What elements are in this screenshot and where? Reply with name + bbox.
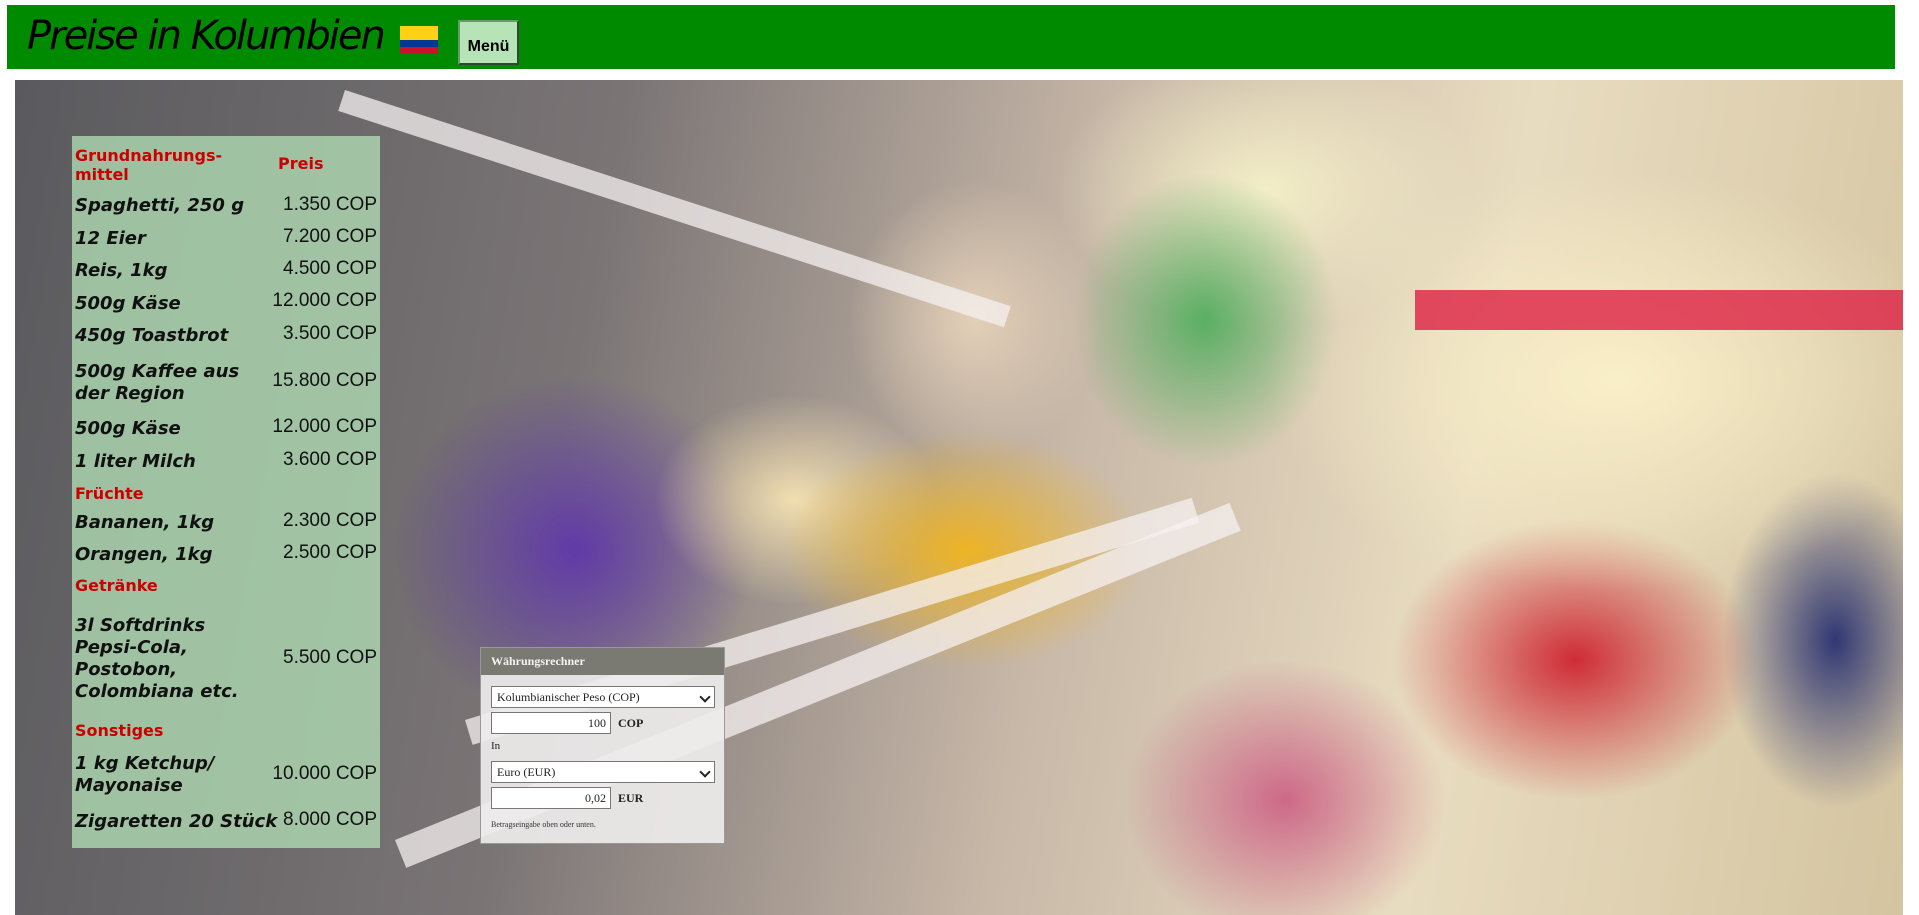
- from-currency-value: Kolumbianischer Peso (COP): [497, 690, 640, 704]
- list-item-name: 3l Softdrinks Pepsi-Cola, Postobon, Colo…: [75, 615, 239, 702]
- to-currency-value: Euro (EUR): [497, 765, 556, 779]
- from-currency-select[interactable]: Kolumbianischer Peso (COP): [491, 686, 715, 708]
- list-item-price: 12.000 COP: [272, 416, 377, 437]
- list-item-price: 4.500 COP: [283, 258, 377, 279]
- to-currency-code: EUR: [618, 791, 644, 805]
- list-item-price: 1.350 COP: [283, 194, 377, 215]
- menu-button[interactable]: Menü: [458, 20, 519, 65]
- colombia-flag-icon: [400, 26, 438, 54]
- list-item-price: 10.000 COP: [272, 763, 377, 784]
- converter-title: Währungsrechner: [481, 648, 724, 675]
- list-item-name: Spaghetti, 250 g: [75, 195, 245, 216]
- list-item-name: Zigaretten 20 Stück: [75, 811, 278, 832]
- list-item-price: 8.000 COP: [283, 809, 377, 830]
- section-title-getraenke: Getränke: [75, 576, 158, 595]
- list-item-price: 3.500 COP: [283, 323, 377, 344]
- list-item-name: 1 kg Ketchup/ Mayonaise: [75, 753, 215, 796]
- converter-note: Betragseingabe oben oder unten.: [491, 820, 596, 829]
- section-title-sonstiges: Sonstiges: [75, 721, 164, 740]
- list-item-price: 12.000 COP: [272, 290, 377, 311]
- list-item-name: 500g Kaffee aus der Region: [75, 361, 240, 404]
- shelf-decoration: [338, 90, 1011, 328]
- price-table: Grundnahrungs- mittel Preis Spaghetti, 2…: [72, 136, 380, 848]
- to-currency-select[interactable]: Euro (EUR): [491, 761, 715, 783]
- list-item-name: 450g Toastbrot: [75, 325, 229, 346]
- list-item-name: 12 Eier: [75, 228, 146, 249]
- header-bar: Preise in Kolumbien Menü: [7, 5, 1895, 69]
- list-item-name: Bananen, 1kg: [75, 512, 215, 533]
- column-header-price: Preis: [278, 154, 324, 173]
- in-label: In: [491, 740, 501, 752]
- list-item-price: 15.800 COP: [272, 370, 377, 391]
- list-item-name: 500g Käse: [75, 418, 181, 439]
- list-item-price: 2.300 COP: [283, 510, 377, 531]
- from-amount-input[interactable]: 100: [491, 712, 611, 734]
- to-amount-input[interactable]: 0,02: [491, 787, 611, 809]
- list-item-name: 500g Käse: [75, 293, 181, 314]
- chevron-down-icon: [699, 766, 711, 778]
- list-item-name: Reis, 1kg: [75, 260, 168, 281]
- currency-converter: Währungsrechner Kolumbianischer Peso (CO…: [480, 647, 725, 844]
- list-item-price: 3.600 COP: [283, 449, 377, 470]
- list-item-price: 5.500 COP: [283, 647, 377, 668]
- section-title-fruechte: Früchte: [75, 484, 144, 503]
- column-header-item: Grundnahrungs- mittel: [75, 146, 223, 184]
- list-item-name: 1 liter Milch: [75, 451, 196, 472]
- list-item-price: 2.500 COP: [283, 542, 377, 563]
- from-currency-code: COP: [618, 716, 644, 730]
- list-item-name: Orangen, 1kg: [75, 544, 213, 565]
- site-title: Preise in Kolumbien: [27, 13, 386, 59]
- sign-decoration: [1415, 290, 1903, 330]
- list-item-price: 7.200 COP: [283, 226, 377, 247]
- chevron-down-icon: [699, 691, 711, 703]
